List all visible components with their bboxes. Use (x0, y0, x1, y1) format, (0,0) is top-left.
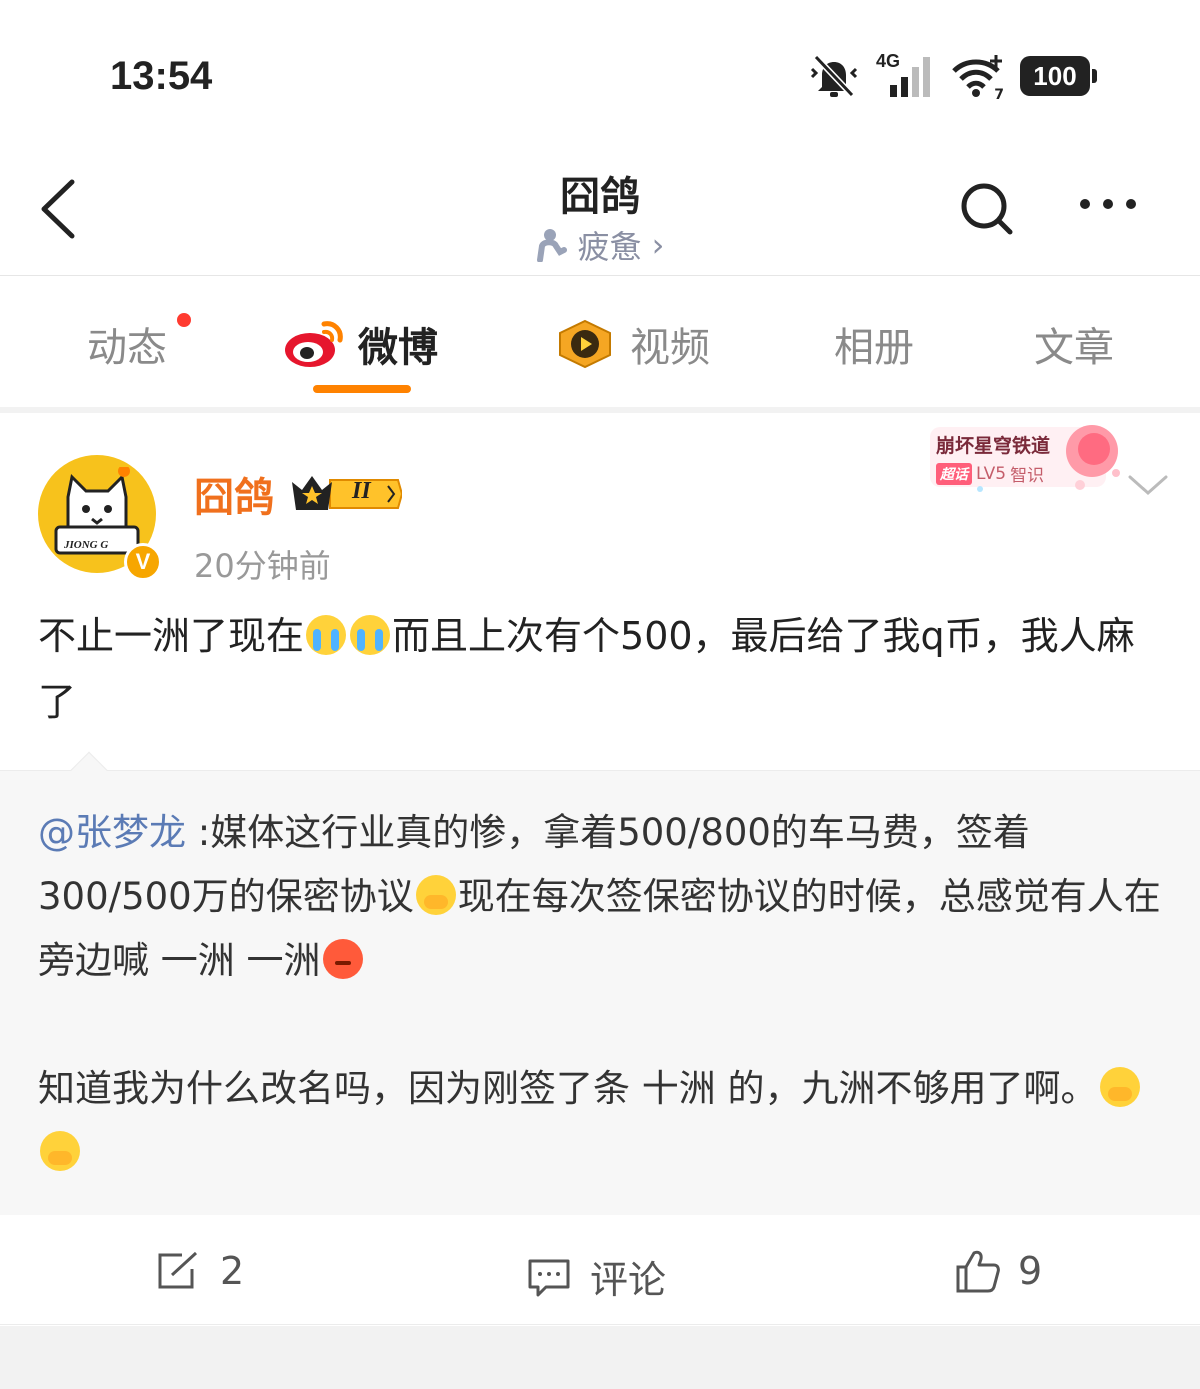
supertopic-tag: 超话 (936, 462, 972, 485)
supertopic-badge[interactable]: 崩坏星穹铁道 超话 LV5 智识 (930, 423, 1124, 495)
tab-dynamic[interactable]: 动态 (87, 315, 167, 373)
badge-level-label: 智识 (1010, 466, 1045, 486)
repost-body: @张梦龙 :媒体这行业真的惨，拿着500/800的车马费，签着300/500万的… (38, 801, 1168, 1185)
badge-level: LV5 (976, 463, 1007, 484)
cover-mouth-emoji-icon (415, 875, 456, 915)
crown-icon (292, 476, 402, 510)
post-username[interactable]: 囧鸽 (194, 465, 274, 523)
tab-label: 动态 (87, 325, 167, 371)
repost-icon (158, 1251, 198, 1289)
mention-link[interactable]: @张梦龙 (38, 811, 186, 854)
member-crown-badge[interactable]: II (290, 472, 402, 516)
status-icons: 4G 7 100 (808, 50, 1097, 103)
search-icon[interactable] (958, 180, 1016, 238)
repost-text-part: 知道我为什么改名吗，因为刚签了条 十洲 的，九洲不够用了啊。 (38, 1067, 1098, 1110)
badge-level-row: 超话 LV5 智识 (936, 461, 1044, 486)
thumbs-up-icon (956, 1250, 1000, 1293)
status-bar: 13:54 4G 7 100 (0, 0, 1200, 150)
tab-video[interactable]: 视频 (554, 315, 710, 373)
active-tab-indicator (313, 385, 411, 393)
cover-mouth-emoji-icon (1099, 1067, 1140, 1107)
like-button[interactable]: 9 (954, 1249, 1042, 1293)
crying-emoji-icon (350, 615, 391, 655)
more-icon[interactable] (1080, 194, 1136, 214)
status-tired-icon (536, 229, 567, 262)
video-play-icon (559, 319, 611, 369)
next-post-divider (0, 1326, 1200, 1389)
post-text-part: 不止一洲了现在 (38, 614, 305, 658)
weibo-logo-icon (285, 321, 343, 367)
repost-count: 2 (220, 1249, 245, 1293)
battery-icon: 100 (1020, 56, 1097, 96)
tab-label: 视频 (630, 325, 710, 371)
avatar-caption: JIONG G (64, 539, 109, 551)
wifi-sub: 7 (994, 87, 1004, 103)
reposted-content[interactable]: @张梦龙 :媒体这行业真的惨，拿着500/800的车马费，签着300/500万的… (0, 751, 1200, 1215)
post-time: 20分钟前 (194, 547, 331, 585)
post-body: 不止一洲了现在 而且上次有个500，最后给了我q币，我人麻了 (38, 603, 1168, 735)
repost-notch (70, 751, 108, 789)
profile-header: 囧鸽 疲惫 › (0, 150, 1200, 276)
chevron-down-icon[interactable] (1126, 473, 1170, 499)
chevron-right-icon: › (651, 226, 665, 264)
cover-mouth-emoji-icon (40, 1131, 80, 1171)
user-status[interactable]: 疲惫 › (0, 222, 1200, 268)
tab-label: 相册 (834, 325, 914, 371)
tab-label: 微博 (358, 325, 438, 371)
member-level: II (352, 478, 371, 504)
comment-button[interactable]: 评论 (526, 1249, 666, 1304)
post-action-bar: 2 评论 9 (0, 1215, 1200, 1325)
status-time: 13:54 (110, 54, 213, 98)
mute-bell-icon (810, 54, 858, 98)
avatar[interactable]: JIONG G V (38, 455, 162, 581)
repost-button[interactable]: 2 (156, 1249, 244, 1293)
status-text: 疲惫 (577, 228, 642, 266)
profile-tabs: 动态 微博 视频 相册 文章 (0, 277, 1200, 407)
page-title: 囧鸽 (560, 174, 640, 220)
verified-badge: V (124, 543, 162, 581)
tab-weibo[interactable]: 微博 (282, 315, 438, 373)
badge-name: 崩坏星穹铁道 (936, 435, 1051, 457)
like-count: 9 (1018, 1249, 1043, 1293)
tab-album[interactable]: 相册 (834, 315, 914, 373)
section-divider (0, 407, 1200, 413)
notification-dot (177, 313, 191, 327)
comment-label: 评论 (590, 1258, 667, 1302)
tab-article[interactable]: 文章 (1034, 315, 1114, 373)
username-row: 囧鸽 II (194, 465, 402, 523)
crying-emoji-icon (306, 615, 347, 655)
tab-label: 文章 (1034, 325, 1114, 371)
wifi-icon: 7 (950, 53, 1006, 103)
signal-icon: 4G (874, 51, 936, 99)
comment-icon (528, 1259, 570, 1296)
angry-emoji-icon (322, 939, 363, 979)
